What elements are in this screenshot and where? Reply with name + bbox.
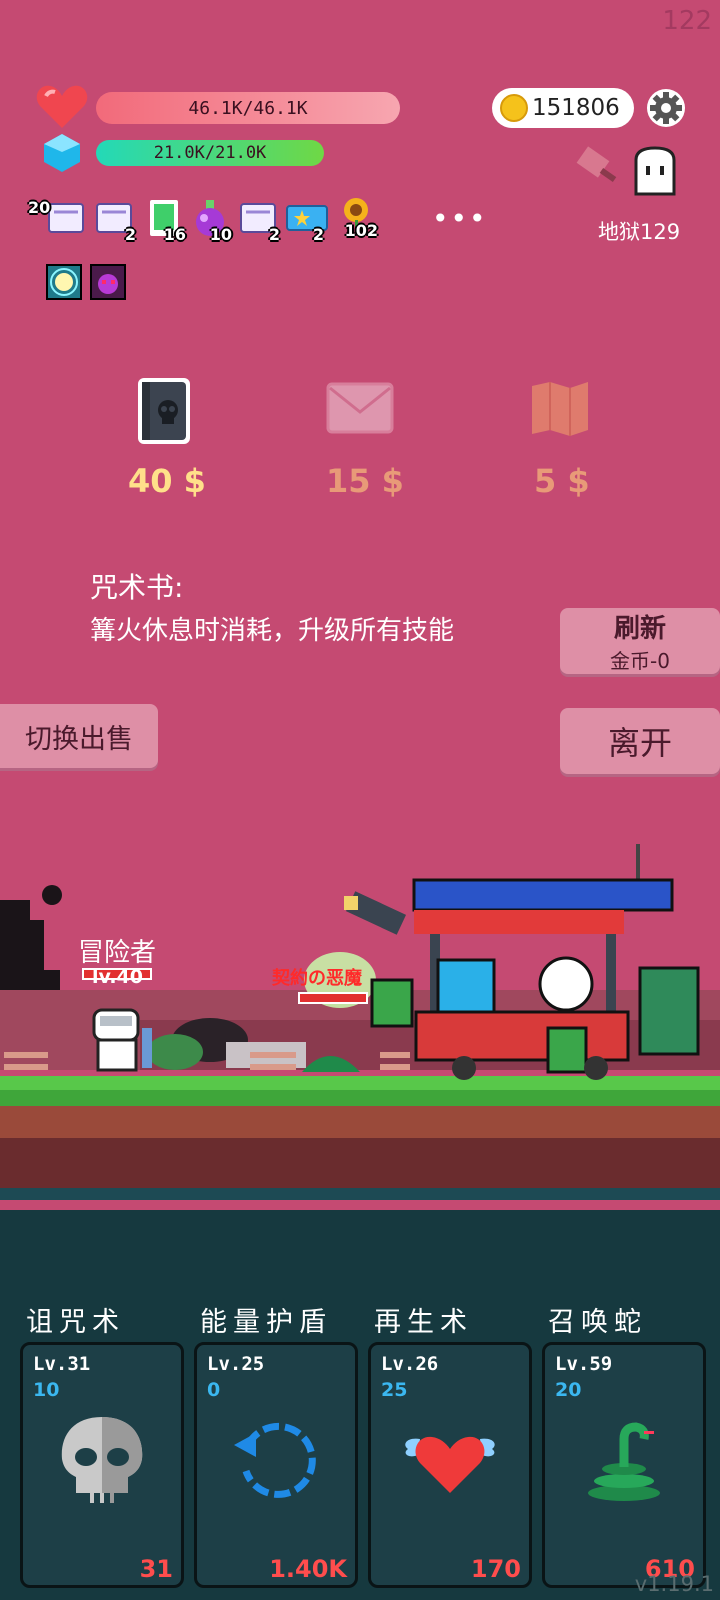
skill-level: Lv.25: [207, 1353, 265, 1375]
adventurer-level: lv.40: [92, 966, 144, 988]
shop-item-letter[interactable]: [326, 380, 394, 450]
ghost-icon[interactable]: [630, 146, 680, 196]
refresh-cost: 金币-0: [610, 649, 670, 673]
mp-bar: 21.0K/21.0K: [96, 140, 324, 166]
light-buff-icon: [46, 264, 82, 300]
skill-cost: 0: [207, 1379, 221, 1401]
item-count: 16: [163, 225, 186, 244]
skill-cost: 25: [381, 1379, 408, 1401]
leave-button[interactable]: 离开: [560, 708, 720, 774]
coin-icon: [500, 94, 528, 122]
winged-heart-icon: [405, 1436, 495, 1493]
item-slot[interactable]: 10: [192, 200, 232, 244]
fps-counter: 122: [662, 6, 712, 36]
cleaver-icon[interactable]: [574, 146, 620, 192]
battle-scene: [0, 844, 720, 1200]
item-slot[interactable]: 20: [28, 198, 84, 236]
skill-name: 能量护盾: [200, 1307, 332, 1338]
mana-gem-icon: [44, 134, 80, 172]
skill-level: Lv.26: [381, 1353, 439, 1375]
hp-bar: 46.1K/46.1K: [96, 92, 400, 124]
refresh-ring-icon: [234, 1422, 316, 1498]
item-count: 102: [344, 221, 378, 240]
skill-card-regeneration[interactable]: Lv.26 25 170: [368, 1342, 532, 1588]
switch-to-sell-button[interactable]: 切换出售: [0, 704, 158, 768]
version-label: v1.19.1: [634, 1572, 714, 1596]
shop-price-map: 5 $: [534, 462, 590, 500]
skill-name: 诅咒术: [26, 1307, 125, 1338]
shop-item-spellbook[interactable]: [134, 376, 194, 446]
shop-price-spellbook: 40 $: [128, 462, 206, 500]
item-description-text: 篝火休息时消耗，升级所有技能: [90, 616, 455, 646]
item-slot[interactable]: 102: [340, 196, 378, 240]
skill-card-summon-snake[interactable]: Lv.59 20 610: [542, 1342, 706, 1588]
enemy-status-text: 契約の恶魔: [272, 968, 362, 989]
item-count: 2: [268, 225, 280, 244]
skill-name: 再生术: [374, 1307, 473, 1338]
skill-name: 召唤蛇: [548, 1307, 647, 1338]
skill-card-curse[interactable]: Lv.31 10 31: [20, 1342, 184, 1588]
refresh-label: 刷新: [613, 614, 666, 644]
skill-value: 1.40K: [269, 1555, 347, 1583]
item-slot[interactable]: 16: [146, 200, 186, 244]
skill-cost: 10: [33, 1379, 60, 1401]
coin-amount: 151806: [532, 95, 620, 121]
item-description-title: 咒术书:: [90, 571, 184, 604]
snake-icon: [588, 1422, 660, 1501]
gear-icon[interactable]: [646, 88, 686, 128]
skill-value: 170: [470, 1555, 521, 1583]
item-count: 2: [124, 225, 136, 244]
item-slot[interactable]: 2: [96, 200, 136, 244]
coin-counter: 151806: [492, 88, 634, 128]
skull-book-icon: [138, 378, 190, 444]
item-count: 2: [312, 225, 324, 244]
map-icon: [532, 382, 588, 436]
dungeon-floor-label: 地狱129: [598, 220, 681, 244]
skill-cost: 20: [555, 1379, 582, 1401]
shop-item-map[interactable]: [530, 380, 590, 450]
item-slot[interactable]: 2: [240, 200, 280, 244]
scroll-icon: [48, 203, 84, 233]
demon-buff-icon: [90, 264, 126, 300]
skill-level: Lv.59: [555, 1353, 613, 1375]
item-count: 20: [28, 198, 51, 217]
shop-price-letter: 15 $: [326, 462, 404, 500]
item-slot[interactable]: 2: [286, 200, 328, 244]
skill-card-energy-shield[interactable]: Lv.25 0 1.40K: [194, 1342, 358, 1588]
refresh-button[interactable]: 刷新 金币-0: [560, 608, 720, 674]
adventurer-name: 冒险者: [78, 938, 157, 968]
more-items-button[interactable]: •••: [432, 202, 488, 235]
heart-icon: [36, 85, 88, 128]
item-count: 10: [209, 225, 232, 244]
skill-value: 31: [139, 1555, 173, 1583]
skull-icon: [61, 1417, 143, 1503]
skill-level: Lv.31: [33, 1353, 91, 1375]
envelope-icon: [326, 382, 394, 434]
